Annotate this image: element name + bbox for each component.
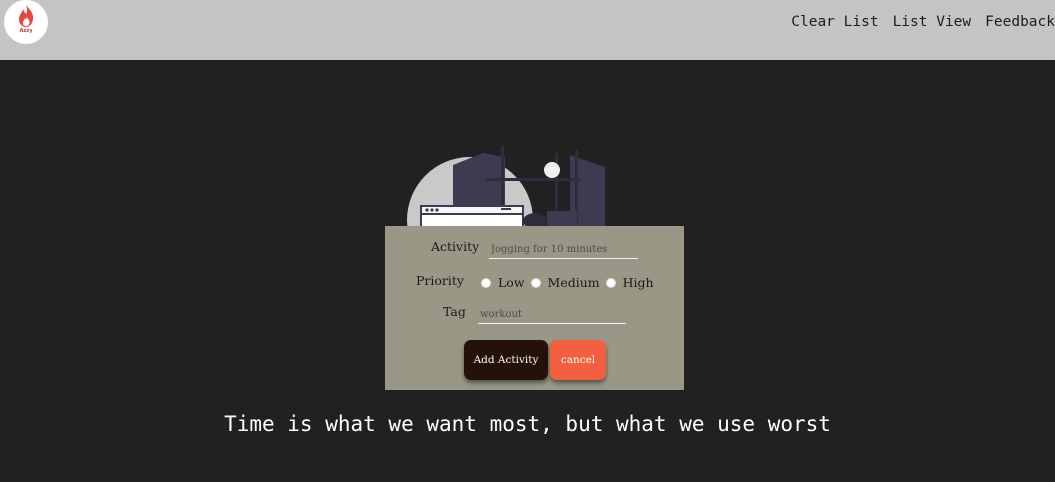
priority-high-radio[interactable] (605, 277, 616, 288)
add-activity-button[interactable]: Add Activity (464, 340, 548, 380)
priority-low[interactable]: Low (481, 275, 525, 290)
nav-clear-list[interactable]: Clear List (791, 14, 878, 30)
workspace-illustration (407, 145, 605, 235)
priority-high-label: High (622, 275, 654, 290)
priority-options: Low Medium High (481, 275, 660, 290)
top-navbar: Azzy Clear List List View Feedback (0, 0, 1055, 60)
add-activity-form: Activity Priority Low Medium High Tag Ad… (385, 226, 684, 390)
activity-input[interactable] (489, 241, 638, 259)
tag-label: Tag (443, 304, 466, 319)
activity-label: Activity (431, 239, 480, 254)
priority-medium[interactable]: Medium (530, 275, 600, 290)
priority-medium-radio[interactable] (530, 277, 541, 288)
cancel-button[interactable]: cancel (550, 340, 606, 380)
priority-high[interactable]: High (605, 275, 654, 290)
priority-low-radio[interactable] (481, 277, 491, 288)
priority-low-label: Low (498, 275, 525, 290)
logo-text: Azzy (19, 28, 33, 34)
nav-list-view[interactable]: List View (893, 14, 972, 30)
tag-input[interactable] (478, 306, 626, 324)
motivational-quote: Time is what we want most, but what we u… (224, 412, 831, 436)
priority-label: Priority (416, 273, 464, 288)
nav-links: Clear List List View Feedback (791, 14, 1055, 30)
app-logo[interactable]: Azzy (4, 0, 48, 44)
priority-medium-label: Medium (547, 275, 600, 290)
flame-icon (19, 4, 34, 27)
nav-feedback[interactable]: Feedback (985, 14, 1055, 30)
